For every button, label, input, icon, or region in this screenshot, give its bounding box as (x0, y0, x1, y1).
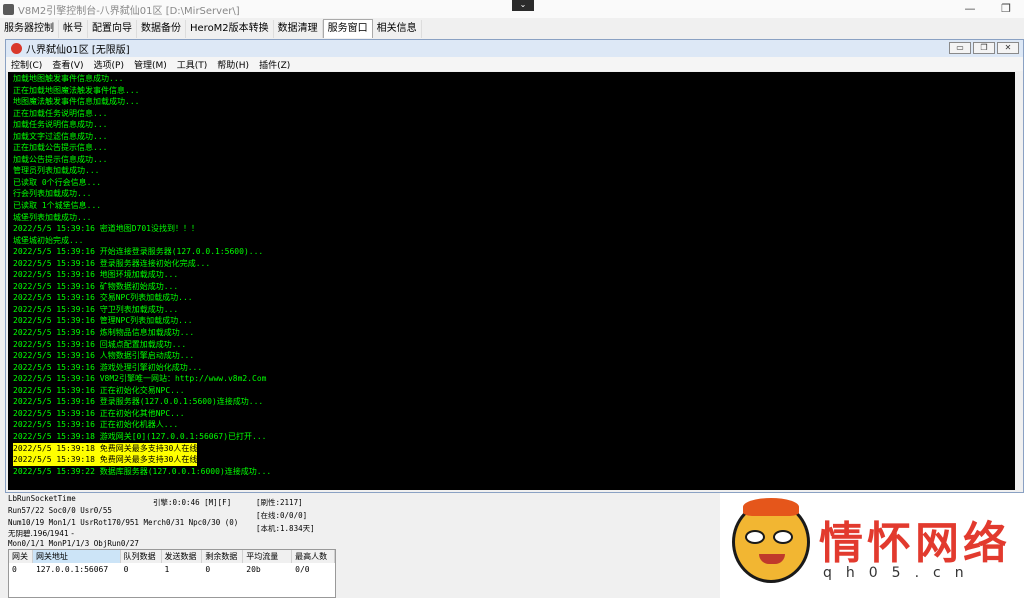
child-minimize-button[interactable]: ▭ (949, 42, 971, 54)
brand-text: 情怀网络 (819, 518, 1011, 569)
window-controls: — ❐ (952, 0, 1024, 18)
console-line: 正在加载地图魔法触发事件信息... (13, 85, 140, 95)
console-line: 2022/5/5 15:39:16 正在初始化机器人... (13, 420, 179, 430)
console-line: 2022/5/5 15:39:16 正在初始化其他NPC... (13, 408, 185, 418)
tab-5[interactable]: 数据清理 (274, 20, 323, 38)
status-panel: LbRunSocketTime Run57/22 Soc0/0 Usr0/55 … (0, 493, 720, 549)
console-line: 2022/5/5 15:39:16 地图环境加载成功... (13, 270, 179, 280)
console-line: 已读取 1个城堡信息... (13, 201, 102, 211)
tab-2[interactable]: 配置向导 (88, 20, 137, 38)
menu-item-4[interactable]: 工具(T) (172, 58, 213, 71)
console-line: 2022/5/5 15:39:16 正在初始化交易NPC... (13, 385, 185, 395)
console-line: 地图魔法触发事件信息加载成功... (13, 97, 140, 107)
menu-bar: 控制(C) 查看(V) 选项(P) 管理(M) 工具(T) 帮助(H) 插件(Z) (6, 57, 1023, 71)
app-icon (3, 3, 14, 15)
console-log[interactable]: 加载地图触发事件信息成功... 正在加载地图魔法触发事件信息... 地图魔法触发事件… (8, 72, 1015, 490)
child-restore-button[interactable]: ❐ (973, 42, 995, 54)
console-line: 2022/5/5 15:39:18 游戏网关[0](127.0.0.1:5606… (13, 431, 267, 441)
child-window-controls: ▭ ❐ ✕ (949, 42, 1019, 54)
refresh-status: [刷性:2117] (256, 498, 303, 507)
tab-1[interactable]: 帐号 (59, 20, 88, 38)
column-header[interactable]: 剩余数据 (202, 550, 244, 563)
console-line: 2022/5/5 15:39:16 矿物数据初始成功... (13, 281, 179, 291)
brand-domain: qh05.cn (823, 565, 978, 581)
console-line: 城堡城初始完成... (13, 235, 84, 245)
tab-7[interactable]: 相关信息 (373, 20, 422, 38)
menu-item-1[interactable]: 查看(V) (47, 58, 88, 71)
mascot-icon (732, 498, 810, 583)
console-line: 城堡列表加载成功... (13, 212, 92, 222)
engine-status: 引擎:0:0:46 [M][F] (153, 498, 232, 507)
console-line: 2022/5/5 15:39:16 守卫列表加载成功... (13, 304, 179, 314)
table-cell: 0 (123, 565, 129, 574)
uptime-status: [本机:1.834天] (256, 524, 315, 533)
table-cell: 0/0 (295, 565, 310, 574)
console-line: 2022/5/5 15:39:16 回城点配置加载成功... (13, 339, 187, 349)
menu-item-0[interactable]: 控制(C) (6, 58, 47, 71)
column-header[interactable]: 平均流量 (243, 550, 293, 563)
console-line: 2022/5/5 15:39:16 V8M2引擎唯一网站：http://www.… (13, 374, 267, 384)
console-line: 2022/5/5 15:39:16 交易NPC列表加载成功... (13, 293, 193, 303)
gateway-table[interactable]: 网关 网关地址 队列数据 发送数据 剩余数据 平均流量 最高人数 0 127.0.0.1:560… (8, 549, 336, 598)
console-line: 2022/5/5 15:39:16 开始连接登录服务器(127.0.0.1:56… (13, 247, 264, 257)
status-line-4: 无阴碧.196/1941 - (8, 529, 74, 538)
tab-4[interactable]: HeroM2版本转换 (186, 20, 274, 38)
menu-item-3[interactable]: 管理(M) (129, 58, 172, 71)
server-console-window: 八界弑仙01区 [无限版] ▭ ❐ ✕ 控制(C) 查看(V) 选项(P) 管理(M)… (5, 39, 1024, 493)
window-title-bar: V8M2引擎控制台-八界弑仙01区 [D:\MirServer\] ⌄ — ❐ (0, 0, 1024, 18)
console-line: 2022/5/5 15:39:22 数据库服务器(127.0.0.1:6000)… (13, 466, 272, 476)
console-line: 加载地图触发事件信息成功... (13, 74, 124, 83)
main-tab-bar: 服务器控制 帐号 配置向导 数据备份 HeroM2版本转换 数据清理 服务窗口 相关信息 (0, 18, 1024, 38)
table-row[interactable]: 0 127.0.0.1:56067 0 1 0 20b 0/0 (9, 563, 335, 576)
child-window-title: 八界弑仙01区 [无限版] (26, 45, 130, 56)
console-line: 2022/5/5 15:39:16 管理NPC列表加载成功... (13, 316, 193, 326)
table-cell: 127.0.0.1:56067 (35, 565, 109, 574)
status-line-3: Num10/19 Mon1/1 UsrRot170/951 Merch0/31 … (8, 518, 239, 527)
menu-item-5[interactable]: 帮助(H) (212, 58, 254, 71)
console-line: 2022/5/5 15:39:16 登录服务器连接初始化完成... (13, 258, 211, 268)
child-close-button[interactable]: ✕ (997, 42, 1019, 54)
restore-button[interactable]: ❐ (988, 0, 1024, 18)
online-status: [在线:0/0/0] (256, 511, 308, 520)
minimize-button[interactable]: — (952, 0, 988, 18)
console-line: 管理员列表加载成功... (13, 166, 100, 176)
console-line: 加载任务说明信息成功... (13, 120, 108, 130)
console-line: 2022/5/5 15:39:16 游戏处理引擎初始化成功... (13, 362, 203, 372)
table-cell: 20b (246, 565, 261, 574)
console-line: 加载公告提示信息成功... (13, 154, 108, 164)
table-header: 网关 网关地址 队列数据 发送数据 剩余数据 平均流量 最高人数 (9, 550, 335, 563)
status-line-5: Mon0/1/1 MonP1/1/3 ObjRun0/27 (8, 539, 139, 548)
server-icon (11, 43, 22, 54)
console-line-highlight: 2022/5/5 15:39:18 免费网关最多支持30人在线 (13, 454, 198, 466)
watermark-logo: 情怀网络 qh05.cn (727, 493, 1017, 593)
column-header[interactable]: 发送数据 (162, 550, 203, 563)
console-line: 正在加载公告提示信息... (13, 143, 108, 153)
console-line: 正在加载任务说明信息... (13, 108, 108, 118)
table-cell: 0 (12, 565, 17, 574)
menu-item-6[interactable]: 插件(Z) (254, 58, 295, 71)
tab-6[interactable]: 服务窗口 (322, 19, 373, 38)
console-line: 已读取 0个行会信息... (13, 177, 102, 187)
tab-3[interactable]: 数据备份 (137, 20, 186, 38)
console-line: 2022/5/5 15:39:16 登录服务器(127.0.0.1:5600)连… (13, 397, 264, 407)
column-header[interactable]: 网关 (9, 550, 33, 563)
window-title: V8M2引擎控制台-八界弑仙01区 [D:\MirServer\] (18, 5, 240, 17)
console-line: 2022/5/5 15:39:16 密道地图D701没找到！！！ (13, 224, 199, 234)
column-header[interactable]: 队列数据 (121, 550, 162, 563)
console-line: 行会列表加载成功... (13, 189, 92, 199)
tab-0[interactable]: 服务器控制 (0, 20, 59, 38)
column-header[interactable]: 网关地址 (32, 550, 121, 563)
status-line-2: Run57/22 Soc0/0 Usr0/55 (8, 506, 112, 515)
console-line: 加载文字过滤信息成功... (13, 131, 108, 141)
console-line: 2022/5/5 15:39:16 人物数据引擎启动成功... (13, 351, 195, 361)
chevron-down-icon[interactable]: ⌄ (512, 0, 534, 11)
console-line: 2022/5/5 15:39:16 炼制物品信息加载成功... (13, 328, 195, 338)
menu-item-2[interactable]: 选项(P) (89, 58, 129, 71)
child-title-bar: 八界弑仙01区 [无限版] ▭ ❐ ✕ (6, 40, 1023, 57)
column-header[interactable]: 最高人数 (292, 550, 335, 563)
table-cell: 1 (164, 565, 170, 574)
console-line-highlight: 2022/5/5 15:39:18 免费网关最多支持30人在线 (13, 442, 198, 455)
table-cell: 0 (205, 565, 211, 574)
status-line-1: LbRunSocketTime (8, 494, 76, 503)
